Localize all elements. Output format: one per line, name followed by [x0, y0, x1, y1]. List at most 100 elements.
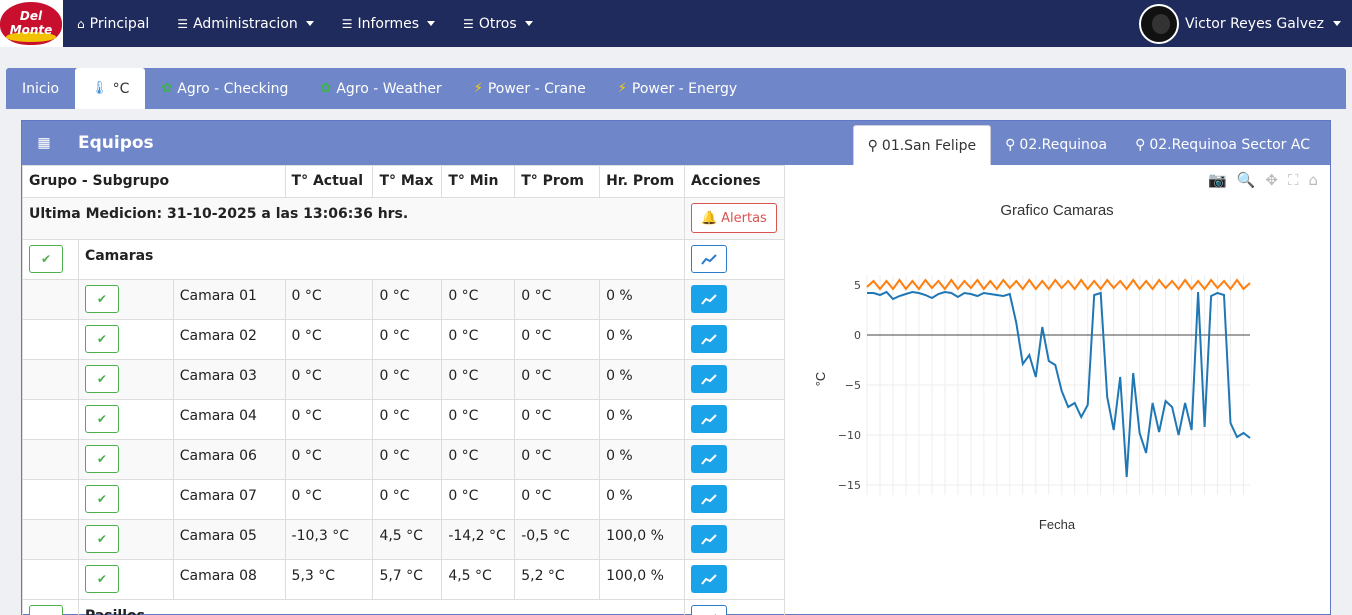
actual-cell: 0 °C	[284, 479, 374, 520]
min-cell: 0 °C	[441, 279, 516, 320]
max-cell: 5,7 °C	[372, 559, 443, 600]
line-chart-icon	[701, 414, 717, 425]
group-check-cell: ✔	[22, 239, 79, 280]
check-button[interactable]: ✔	[84, 405, 119, 433]
alerts-button[interactable]: 🔔 Alertas	[690, 203, 777, 233]
hr-cell: 0 %	[599, 279, 685, 320]
hr-cell: 0 %	[599, 439, 685, 480]
thermometer-icon: 🌡	[91, 81, 108, 96]
tab-temperature[interactable]: 🌡 °C	[75, 68, 146, 109]
equipment-table: Grupo - Subgrupo T° Actual T° Max T° Min…	[22, 165, 786, 615]
check-button[interactable]: ✔	[84, 285, 119, 313]
y-tick-label: 5	[854, 279, 861, 292]
del-monte-logo[interactable]: Del Monte	[0, 0, 63, 47]
check-button[interactable]: ✔	[84, 525, 119, 553]
chart-button[interactable]	[690, 485, 727, 513]
chart-button[interactable]	[690, 605, 727, 615]
x-axis-label: Fecha	[1039, 517, 1076, 532]
list-icon: ☰	[341, 16, 353, 31]
location-tab-requinoa-sector-ac[interactable]: ⚲ 02.Requinoa Sector AC	[1121, 125, 1324, 165]
home-icon[interactable]: ⌂	[1308, 171, 1318, 189]
chart-modebar: 📷 🔍 ✥ ⛶ ⌂	[1208, 171, 1318, 189]
user-menu[interactable]: Victor Reyes Galvez	[1138, 0, 1341, 47]
chart-button[interactable]	[690, 365, 727, 393]
location-label: 01.San Felipe	[881, 137, 977, 154]
indent-cell	[22, 439, 79, 480]
min-cell: 0 °C	[441, 359, 516, 400]
check-button[interactable]: ✔	[84, 365, 119, 393]
check-button[interactable]: ✔	[84, 565, 119, 593]
actual-cell: 0 °C	[284, 439, 374, 480]
pan-icon[interactable]: ✥	[1265, 171, 1278, 189]
min-cell: 0 °C	[441, 479, 516, 520]
min-cell: -14,2 °C	[441, 519, 516, 560]
max-cell: 0 °C	[372, 279, 443, 320]
nav-otros[interactable]: ☰ Otros	[449, 0, 547, 47]
main-tabs: Inicio 🌡 °C ✿ Agro - Checking ✿ Agro - W…	[6, 68, 1346, 109]
y-axis-label: °C	[813, 372, 828, 387]
nav-administracion[interactable]: ☰ Administracion	[163, 0, 327, 47]
prom-cell: 0 °C	[514, 359, 601, 400]
hr-cell: 0 %	[599, 399, 685, 440]
caret-down-icon	[524, 21, 533, 26]
chart-title: Grafico Camaras	[1000, 202, 1113, 219]
prom-cell: -0,5 °C	[514, 519, 601, 560]
group-action-cell	[683, 239, 786, 280]
tab-label: Agro - Checking	[177, 80, 289, 97]
tab-power-crane[interactable]: ⚡ Power - Crane	[458, 68, 602, 109]
check-button[interactable]: ✔	[84, 325, 119, 353]
nav-principal[interactable]: ⌂ Principal	[63, 0, 163, 47]
action-cell	[683, 519, 786, 560]
min-cell: 0 °C	[441, 319, 516, 360]
hr-cell: 0 %	[599, 359, 685, 400]
check-button[interactable]: ✔	[84, 445, 119, 473]
last-measure-text: Ultima Medicion: 31-10-2025 a las 13:06:…	[22, 197, 685, 240]
group-label: Camaras	[77, 239, 685, 280]
chart-button[interactable]	[690, 405, 727, 433]
min-cell: 4,5 °C	[441, 559, 516, 600]
last-measure-row: Ultima Medicion: 31-10-2025 a las 13:06:…	[22, 197, 786, 240]
tab-inicio[interactable]: Inicio	[6, 68, 75, 109]
camera-icon[interactable]: 📷	[1208, 171, 1227, 189]
chart-button[interactable]	[690, 245, 727, 273]
zoom-icon[interactable]: 🔍	[1237, 171, 1256, 189]
location-tab-requinoa[interactable]: ⚲ 02.Requinoa	[991, 125, 1121, 165]
actual-cell: 0 °C	[284, 399, 374, 440]
y-tick-label: −10	[838, 429, 861, 442]
autoscale-icon[interactable]: ⛶	[1288, 171, 1299, 189]
chart-button[interactable]	[690, 565, 727, 593]
tab-label: Power - Crane	[487, 80, 586, 97]
check-button[interactable]: ✔	[84, 485, 119, 513]
prom-cell: 0 °C	[514, 319, 601, 360]
chart-button[interactable]	[690, 525, 727, 553]
line-chart-icon	[701, 494, 717, 505]
name-cell: Camara 03	[172, 359, 286, 400]
tab-agro-checking[interactable]: ✿ Agro - Checking	[145, 68, 304, 109]
alert-cell: 🔔 Alertas	[683, 197, 786, 240]
name-cell: Camara 07	[172, 479, 286, 520]
check-cell: ✔	[77, 359, 174, 400]
location-tab-san-felipe[interactable]: ⚲ 01.San Felipe	[852, 125, 992, 165]
name-cell: Camara 08	[172, 559, 286, 600]
max-cell: 4,5 °C	[372, 519, 443, 560]
tab-power-energy[interactable]: ⚡ Power - Energy	[602, 68, 753, 109]
check-cell: ✔	[77, 519, 174, 560]
column-header: Grupo - Subgrupo	[22, 165, 286, 198]
check-cell: ✔	[77, 399, 174, 440]
chart-button[interactable]	[690, 325, 727, 353]
name-cell: Camara 04	[172, 399, 286, 440]
nav-label: Informes	[357, 15, 420, 32]
check-button[interactable]: ✔	[29, 245, 63, 273]
max-cell: 0 °C	[372, 319, 443, 360]
temperature-chart[interactable]: 5 0 −5 −10 −15 Grafico Camaras Fecha °C	[785, 165, 1330, 615]
nav-informes[interactable]: ☰ Informes	[328, 0, 449, 47]
column-header: Acciones	[683, 165, 786, 198]
table-row: ✔ Camara 08 5,3 °C 5,7 °C 4,5 °C 5,2 °C …	[22, 559, 786, 600]
bolt-icon: ⚡	[617, 81, 627, 96]
chart-button[interactable]	[690, 285, 727, 313]
leaf-icon: ✿	[320, 81, 332, 96]
tab-agro-weather[interactable]: ✿ Agro - Weather	[304, 68, 457, 109]
line-chart-icon	[701, 334, 717, 345]
check-button[interactable]: ✔	[29, 605, 63, 615]
chart-button[interactable]	[690, 445, 727, 473]
